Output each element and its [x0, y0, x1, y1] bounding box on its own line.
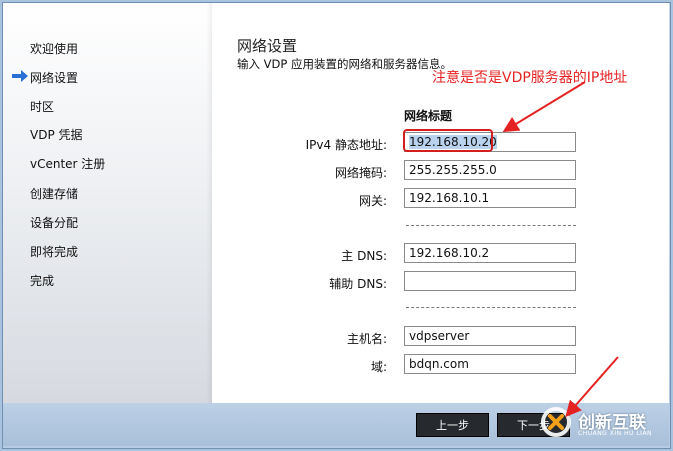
- annotation-arrows: [502, 81, 619, 418]
- annotation-arrow-icon: [502, 81, 586, 133]
- annotation-arrow-icon: [565, 356, 619, 418]
